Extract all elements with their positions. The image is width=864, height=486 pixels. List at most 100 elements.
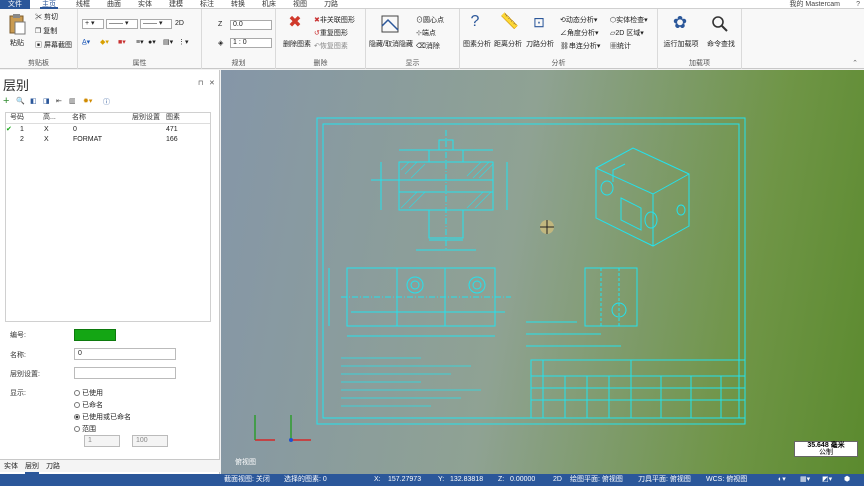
tool-plane-status[interactable]: 刀具平面: 俯视图 xyxy=(638,474,691,486)
restore-label: 恢复图素 xyxy=(319,43,348,50)
col-entities[interactable]: 图素 xyxy=(166,113,180,123)
tab-solids[interactable]: 实体 xyxy=(136,0,154,9)
screenshot-button[interactable]: ▣ 屏幕截图 xyxy=(35,40,72,50)
filter-icon[interactable]: ▥ xyxy=(69,97,76,105)
tab-toolpaths-manager[interactable]: 刀路 xyxy=(46,461,60,472)
line-weight-button[interactable]: ≡▾ xyxy=(136,38,144,46)
delete-entity-button[interactable]: 删除图素 xyxy=(280,39,314,49)
copy-button[interactable]: ❐ 复制 xyxy=(35,26,57,36)
tab-transform[interactable]: 转换 xyxy=(229,0,247,9)
twod-3d-toggle[interactable]: 2D xyxy=(553,474,562,486)
shading-icon[interactable]: ◩▾ xyxy=(822,474,832,486)
material-button[interactable]: ●▾ xyxy=(148,38,156,46)
pin-icon[interactable]: ⊓ xyxy=(198,79,203,87)
cut-button[interactable]: ✂ 剪切 xyxy=(35,12,58,22)
area-2d-button[interactable]: ▱2D 区域▾ xyxy=(610,28,644,38)
level-set-input[interactable] xyxy=(74,367,176,379)
twod-mode-label[interactable]: 2D xyxy=(175,20,184,27)
col-visible[interactable]: 高... xyxy=(43,113,56,123)
help-circle-icon[interactable]: ⓘ xyxy=(103,97,110,107)
radio-range[interactable]: 范围 xyxy=(74,424,96,434)
solid-check-button[interactable]: ⬡实体检查▾ xyxy=(610,15,648,25)
entity-analysis-icon: ? xyxy=(470,13,480,30)
unassoc-button[interactable]: ✖非关联图形 xyxy=(314,15,355,25)
level-set-icon[interactable]: ⇤ xyxy=(56,97,62,105)
redo-button[interactable]: ↺重复图形 xyxy=(314,28,348,38)
tab-machine[interactable]: 机床 xyxy=(260,0,278,9)
level-button[interactable]: ▤▾ xyxy=(163,38,173,46)
solid-color-button[interactable]: ■▾ xyxy=(118,38,126,46)
settings-gear-icon[interactable]: ✹▾ xyxy=(83,97,92,105)
radio-used[interactable]: 已使用 xyxy=(74,388,103,398)
level-number-input[interactable] xyxy=(74,329,116,341)
erase-button[interactable]: ⌫消除 xyxy=(416,41,440,51)
restore-button[interactable]: ↶恢复图素 xyxy=(314,41,348,51)
user-account[interactable]: 我的 Mastercam xyxy=(789,0,840,9)
scale-select[interactable]: 1 : 0 xyxy=(230,38,272,48)
number-label: 编号: xyxy=(10,332,26,339)
drawing-plane-status[interactable]: 绘图平面: 俯视图 xyxy=(570,474,623,486)
tab-annotate[interactable]: 标注 xyxy=(198,0,216,9)
table-row[interactable]: 2 X FORMAT 166 xyxy=(6,135,210,145)
z-depth-input[interactable]: 0.0 xyxy=(230,20,272,30)
col-number[interactable]: 号码 xyxy=(10,113,24,123)
row-visible[interactable]: X xyxy=(44,125,49,135)
tab-solids-manager[interactable]: 实体 xyxy=(4,461,18,472)
wcs-status[interactable]: WCS: 俯视图 xyxy=(706,474,747,486)
tab-home[interactable]: 主页 xyxy=(40,0,58,9)
tab-view[interactable]: 视图 xyxy=(291,0,309,9)
col-name[interactable]: 名称 xyxy=(72,113,86,123)
help-icon[interactable]: ? xyxy=(856,0,860,9)
range-from-input[interactable]: 1 xyxy=(84,435,120,447)
distance-analysis-button[interactable]: 距离分析 xyxy=(493,39,523,49)
run-addin-button[interactable]: 运行加载项 xyxy=(662,39,700,49)
toolpath-analysis-button[interactable]: 刀路分析 xyxy=(525,39,555,49)
find-level-icon[interactable]: 🔍 xyxy=(16,97,25,105)
point-style-select[interactable]: + ▾ xyxy=(82,19,104,29)
collapse-ribbon-icon[interactable]: ⌃ xyxy=(852,59,858,67)
group-planes: Z 0.0 ◈ 1 : 0 规划 xyxy=(202,9,276,69)
row-visible[interactable]: X xyxy=(44,135,49,145)
tab-file[interactable]: 文件 xyxy=(0,0,30,9)
layers-icon[interactable]: ◧ xyxy=(30,97,37,105)
hide-unhide-button[interactable]: 隐藏/取消隐藏 xyxy=(368,39,414,49)
wire-color-button[interactable]: A̲▾ xyxy=(82,38,90,46)
layers-stack-icon[interactable]: ◨ xyxy=(43,97,50,105)
level-set-label: 层别设置: xyxy=(10,371,40,378)
tab-surfaces[interactable]: 曲面 xyxy=(105,0,123,9)
tab-wireframe[interactable]: 线框 xyxy=(74,0,92,9)
radio-used-or-named[interactable]: 已使用或已命名 xyxy=(74,412,131,422)
section-view-status[interactable]: 截面视图: 关闭 xyxy=(224,474,270,486)
radio-named[interactable]: 已命名 xyxy=(74,400,103,410)
statistics-button[interactable]: ▦统计 xyxy=(610,41,631,51)
fill-color-button[interactable]: ◆▾ xyxy=(100,38,109,46)
range-to-input[interactable]: 100 xyxy=(132,435,168,447)
dynamic-analysis-button[interactable]: ⟲动态分析▾ xyxy=(560,15,597,25)
levels-table: 号码 高... 名称 层别设置 图素 ✔ 1 X 0 471 2 X FORMA… xyxy=(5,112,211,322)
table-row[interactable]: ✔ 1 X 0 471 xyxy=(6,125,210,135)
graphics-viewport[interactable]: 俯视图 35.648 毫米 公制 xyxy=(221,70,864,474)
tab-levels-manager[interactable]: 层别 xyxy=(25,461,39,474)
tab-toolpaths[interactable]: 刀路 xyxy=(322,0,340,9)
col-level-set[interactable]: 层别设置 xyxy=(132,113,160,123)
status-bar: 截面视图: 关闭 选择的图素: 0 X: 157.27973 Y: 132.83… xyxy=(0,474,864,486)
group-delete: ✖ 删除图素 ✖非关联图形 ↺重复图形 ↶恢复图素 删除 xyxy=(276,9,366,69)
line-style-select[interactable]: —— ▾ xyxy=(106,19,138,29)
line-width-select[interactable]: —— ▾ xyxy=(140,19,172,29)
close-icon[interactable]: ✕ xyxy=(209,79,215,87)
level-name-input[interactable]: 0 xyxy=(74,348,176,360)
display-mode-icon[interactable]: ▦▾ xyxy=(800,474,810,486)
render-icon[interactable]: ⬢ xyxy=(844,474,850,486)
entity-analysis-button[interactable]: 图素分析 xyxy=(462,39,492,49)
view-cube-icon[interactable]: ◐▾ xyxy=(778,474,786,486)
add-level-icon[interactable]: + xyxy=(3,95,9,107)
chain-analysis-button[interactable]: ⛓串连分析▾ xyxy=(560,41,600,51)
panel-title: 层别 xyxy=(3,78,30,93)
angle-analysis-button[interactable]: ∠角度分析▾ xyxy=(560,28,599,38)
endpoint-button[interactable]: ⊹端点 xyxy=(416,28,436,38)
center-point-button[interactable]: ⊙圆心点 xyxy=(416,15,444,25)
more-attributes-button[interactable]: ⋮▾ xyxy=(178,38,189,46)
tab-model[interactable]: 建模 xyxy=(167,0,185,9)
paste-button[interactable]: 粘贴 xyxy=(6,38,28,48)
command-finder-button[interactable]: 命令查找 xyxy=(702,39,740,49)
